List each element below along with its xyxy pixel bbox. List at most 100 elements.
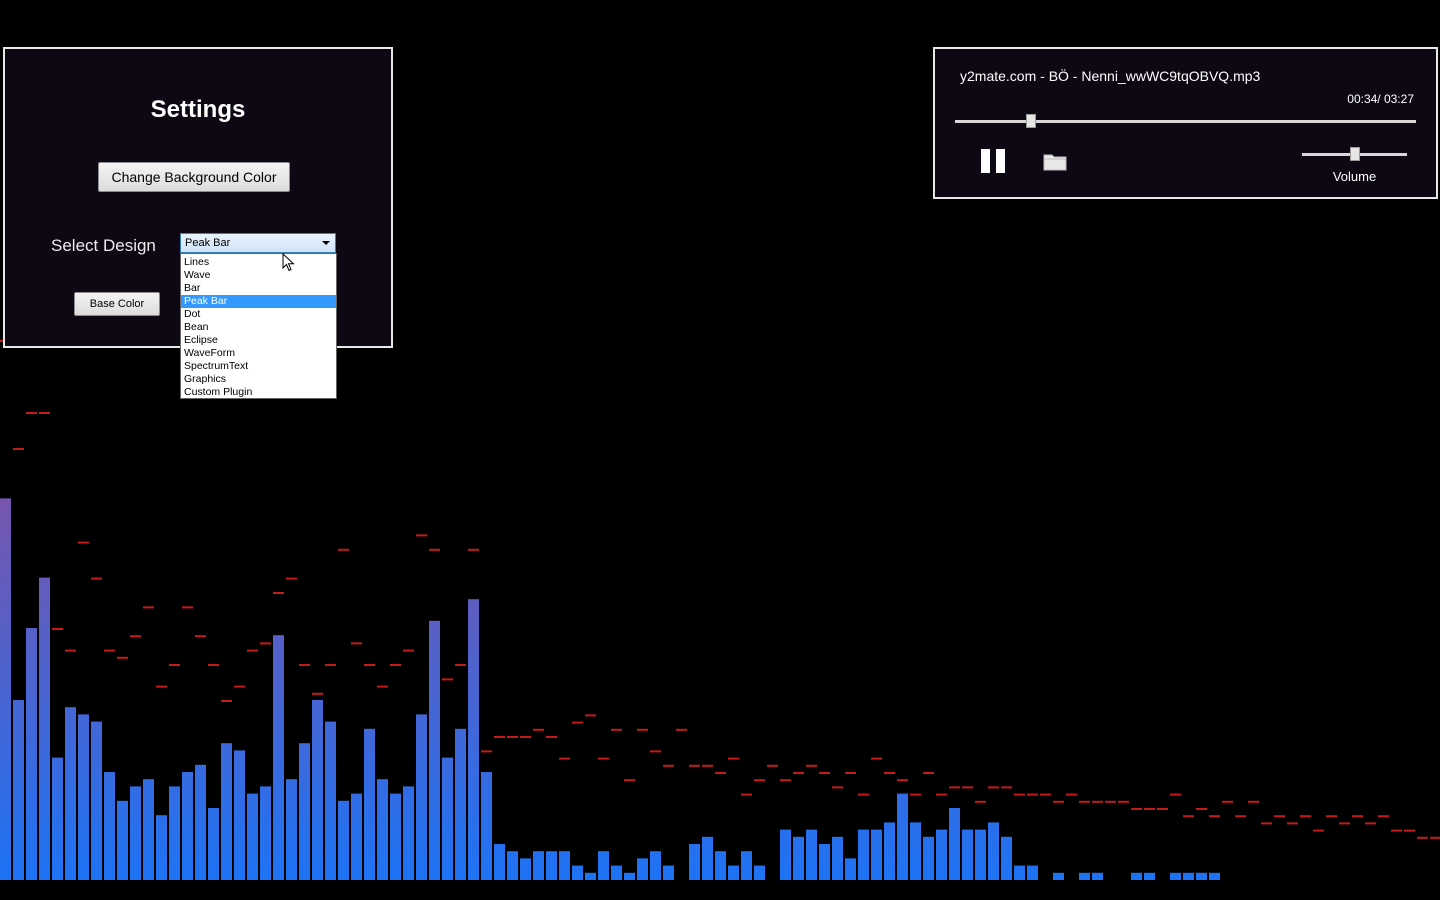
peak-marker bbox=[1430, 836, 1440, 839]
volume-slider-thumb[interactable] bbox=[1349, 147, 1360, 161]
peak-marker bbox=[338, 548, 349, 551]
peak-marker bbox=[416, 534, 427, 537]
design-option[interactable]: Bean bbox=[181, 321, 336, 334]
design-option[interactable]: Peak Bar bbox=[181, 295, 336, 308]
spectrum-bar bbox=[858, 829, 869, 880]
spectrum-bar bbox=[104, 772, 115, 880]
folder-icon[interactable] bbox=[1043, 152, 1067, 171]
spectrum-bar bbox=[585, 872, 596, 880]
design-option[interactable]: Bar bbox=[181, 282, 336, 295]
spectrum-bar bbox=[611, 865, 622, 880]
peak-marker bbox=[429, 548, 440, 551]
spectrum-bar bbox=[741, 851, 752, 880]
peak-marker bbox=[39, 412, 50, 414]
peak-marker bbox=[455, 664, 466, 666]
peak-marker bbox=[819, 772, 830, 774]
peak-marker bbox=[143, 606, 154, 609]
design-option[interactable]: Eclipse bbox=[181, 334, 336, 347]
spectrum-bar bbox=[143, 779, 154, 880]
peak-marker bbox=[117, 656, 128, 659]
design-option[interactable]: Wave bbox=[181, 269, 336, 282]
spectrum-bar bbox=[156, 815, 167, 880]
peak-marker bbox=[741, 793, 752, 796]
design-option[interactable]: Custom Plugin bbox=[181, 386, 336, 399]
peak-marker bbox=[26, 412, 37, 414]
spectrum-bar bbox=[936, 829, 947, 880]
spectrum-bar bbox=[650, 851, 661, 880]
spectrum-bar bbox=[806, 829, 817, 880]
seek-slider-thumb[interactable] bbox=[1025, 114, 1036, 128]
peak-marker bbox=[65, 649, 76, 652]
peak-marker bbox=[871, 757, 882, 760]
peak-marker bbox=[1300, 815, 1311, 818]
peak-marker bbox=[104, 649, 115, 652]
peak-marker bbox=[91, 577, 102, 580]
peak-marker bbox=[936, 793, 947, 796]
spectrum-bar bbox=[1079, 872, 1090, 880]
peak-marker bbox=[1222, 800, 1233, 803]
player-panel: y2mate.com - BÖ - Nenni_wwWC9tqOBVQ.mp3 … bbox=[933, 47, 1438, 199]
spectrum-bar bbox=[702, 836, 713, 880]
spectrum-bar bbox=[0, 498, 11, 880]
peak-marker bbox=[650, 750, 661, 753]
peak-marker bbox=[351, 642, 362, 645]
peak-marker bbox=[403, 649, 414, 652]
design-option[interactable]: Graphics bbox=[181, 373, 336, 386]
peak-marker bbox=[845, 772, 856, 774]
design-option[interactable]: Lines bbox=[181, 256, 336, 269]
seek-slider-track[interactable] bbox=[955, 120, 1416, 123]
spectrum-bar bbox=[975, 829, 986, 880]
base-color-button[interactable]: Base Color bbox=[74, 292, 160, 316]
peak-marker bbox=[364, 664, 375, 666]
peak-marker bbox=[234, 685, 245, 688]
design-dropdown-list: Lines Wave Bar Peak Bar Dot Bean Eclipse WaveFo… bbox=[180, 253, 337, 399]
spectrum-bar bbox=[208, 808, 219, 880]
peak-marker bbox=[195, 635, 206, 638]
peak-marker bbox=[1365, 822, 1376, 825]
peak-marker bbox=[1261, 822, 1272, 825]
spectrum-bar bbox=[52, 757, 63, 880]
peak-marker bbox=[611, 728, 622, 731]
change-background-color-button[interactable]: Change Background Color bbox=[98, 162, 290, 192]
peak-marker bbox=[754, 779, 765, 782]
peak-marker bbox=[286, 577, 297, 580]
design-select[interactable]: Peak Bar bbox=[180, 233, 336, 253]
spectrum-bar bbox=[897, 793, 908, 880]
peak-marker bbox=[325, 664, 336, 666]
spectrum-bar bbox=[689, 844, 700, 880]
spectrum-bar bbox=[442, 757, 453, 880]
peak-marker bbox=[559, 757, 570, 760]
spectrum-bar bbox=[624, 872, 635, 880]
peak-marker bbox=[1417, 836, 1428, 839]
peak-marker bbox=[52, 628, 63, 630]
design-select-value: Peak Bar bbox=[185, 237, 231, 249]
design-option[interactable]: SpectrumText bbox=[181, 360, 336, 373]
spectrum-bar bbox=[572, 865, 583, 880]
peak-marker bbox=[1001, 786, 1012, 789]
peak-marker bbox=[572, 721, 583, 724]
peak-marker bbox=[637, 728, 648, 731]
peak-marker bbox=[585, 714, 596, 717]
peak-marker bbox=[546, 736, 557, 738]
peak-marker bbox=[1274, 815, 1285, 818]
peak-marker bbox=[923, 772, 934, 774]
peak-marker bbox=[1014, 793, 1025, 796]
peak-marker bbox=[78, 541, 89, 544]
spectrum-bar bbox=[1196, 872, 1207, 880]
peak-marker bbox=[312, 692, 323, 695]
design-option[interactable]: Dot bbox=[181, 308, 336, 321]
design-option[interactable]: WaveForm bbox=[181, 347, 336, 360]
peak-marker bbox=[260, 642, 271, 645]
peak-marker bbox=[780, 779, 791, 782]
spectrum-bar bbox=[728, 865, 739, 880]
peak-marker bbox=[1391, 829, 1402, 832]
peak-marker bbox=[1092, 800, 1103, 803]
spectrum-bar bbox=[403, 786, 414, 880]
spectrum-bar bbox=[1144, 872, 1155, 880]
peak-marker bbox=[442, 678, 453, 681]
peak-marker bbox=[767, 764, 778, 767]
peak-marker bbox=[897, 779, 908, 782]
dropdown-arrow-icon[interactable] bbox=[322, 241, 330, 245]
pause-icon[interactable] bbox=[981, 149, 1007, 173]
peak-marker bbox=[715, 772, 726, 774]
